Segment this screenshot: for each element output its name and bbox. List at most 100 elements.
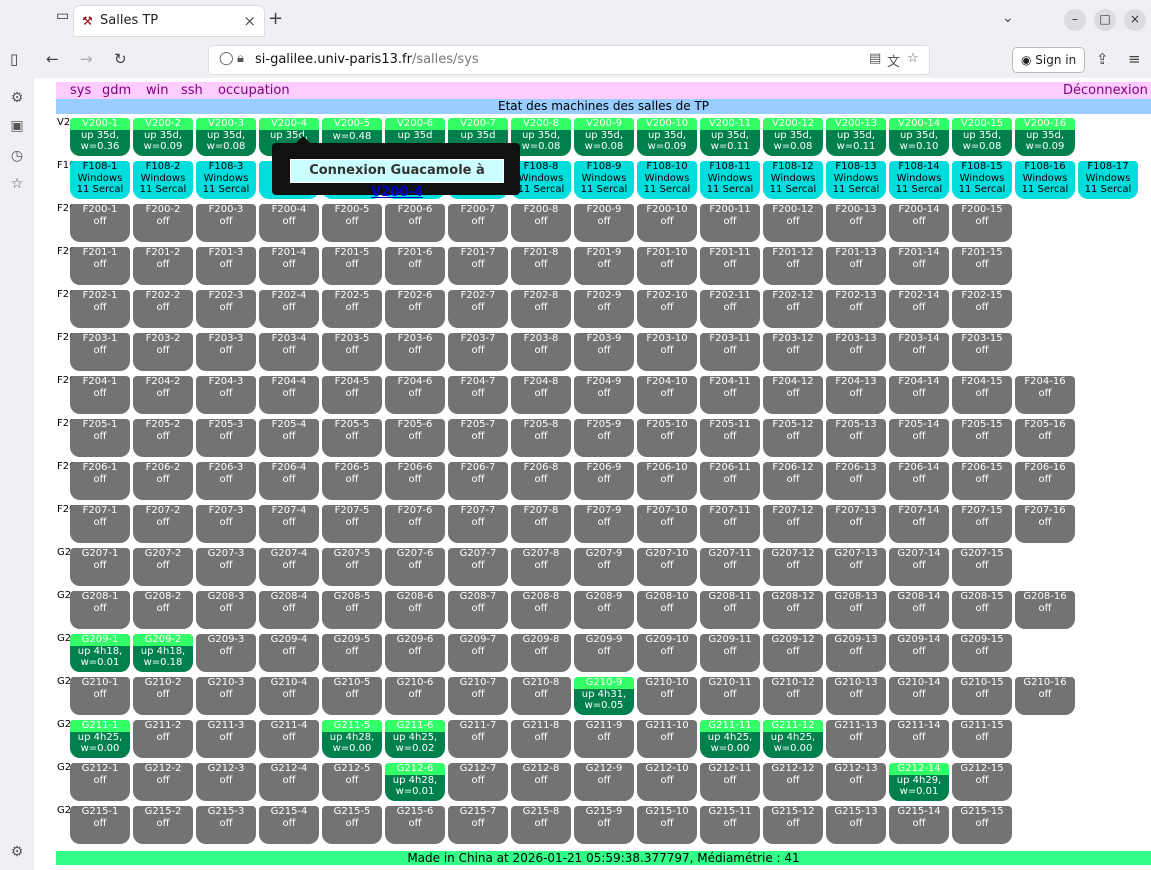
nav-link-win[interactable]: win [146, 82, 168, 99]
machine-cell[interactable]: F204-2 off [133, 376, 193, 414]
machine-cell[interactable]: F204-9 off [574, 376, 634, 414]
machine-cell[interactable]: G209-15 off [952, 634, 1012, 672]
machine-cell[interactable]: G207-12 off [763, 548, 823, 586]
machine-cell[interactable]: G209-1 up 4h18, w=0.01 [70, 634, 130, 672]
machine-cell[interactable]: G215-10 off [637, 806, 697, 844]
machine-cell[interactable]: F207-2 off [133, 505, 193, 543]
machine-cell[interactable]: G208-1 off [70, 591, 130, 629]
machine-cell[interactable]: G210-5 off [322, 677, 382, 715]
machine-cell[interactable]: V200-12 up 35d, w=0.08 [763, 118, 823, 156]
logout-link[interactable]: Déconnexion [1063, 82, 1148, 99]
machine-cell[interactable]: F200-1 off [70, 204, 130, 242]
machine-cell[interactable]: G211-2 off [133, 720, 193, 758]
machine-cell[interactable]: G209-7 off [448, 634, 508, 672]
machine-cell[interactable]: G207-13 off [826, 548, 886, 586]
machine-cell[interactable]: G207-14 off [889, 548, 949, 586]
machine-cell[interactable]: G212-14 up 4h29, w=0.01 [889, 763, 949, 801]
minimize-icon[interactable]: – [1064, 9, 1086, 31]
machine-cell[interactable]: V200-15 up 35d, w=0.08 [952, 118, 1012, 156]
machine-cell[interactable]: F204-15 off [952, 376, 1012, 414]
machine-cell[interactable]: F200-2 off [133, 204, 193, 242]
machine-cell[interactable]: G207-2 off [133, 548, 193, 586]
machine-cell[interactable]: F205-11 off [700, 419, 760, 457]
machine-cell[interactable]: F206-12 off [763, 462, 823, 500]
machine-cell[interactable]: G210-15 off [952, 677, 1012, 715]
machine-cell[interactable]: F202-8 off [511, 290, 571, 328]
machine-cell[interactable]: G210-7 off [448, 677, 508, 715]
machine-cell[interactable]: F205-14 off [889, 419, 949, 457]
machine-cell[interactable]: G215-2 off [133, 806, 193, 844]
machine-cell[interactable]: F207-8 off [511, 505, 571, 543]
machine-cell[interactable]: F207-14 off [889, 505, 949, 543]
machine-cell[interactable]: F202-4 off [259, 290, 319, 328]
menu-icon[interactable]: ≡ [1128, 50, 1141, 68]
machine-cell[interactable]: F203-8 off [511, 333, 571, 371]
back-icon[interactable]: ← [46, 50, 59, 68]
machine-cell[interactable]: F200-5 off [322, 204, 382, 242]
machine-cell[interactable]: F204-1 off [70, 376, 130, 414]
machine-cell[interactable]: G212-15 off [952, 763, 1012, 801]
machine-cell[interactable]: F206-5 off [322, 462, 382, 500]
machine-cell[interactable]: F203-1 off [70, 333, 130, 371]
machine-cell[interactable]: F207-6 off [385, 505, 445, 543]
machine-cell[interactable]: F201-5 off [322, 247, 382, 285]
machine-cell[interactable]: G209-2 up 4h18, w=0.18 [133, 634, 193, 672]
machine-cell[interactable]: F200-14 off [889, 204, 949, 242]
machine-cell[interactable]: G212-13 off [826, 763, 886, 801]
machine-cell[interactable]: G209-12 off [763, 634, 823, 672]
machine-cell[interactable]: F203-5 off [322, 333, 382, 371]
nav-link-ssh[interactable]: ssh [181, 82, 203, 99]
machine-cell[interactable]: G209-5 off [322, 634, 382, 672]
machine-cell[interactable]: F203-9 off [574, 333, 634, 371]
machine-cell[interactable]: G210-4 off [259, 677, 319, 715]
machine-cell[interactable]: F205-10 off [637, 419, 697, 457]
machine-cell[interactable]: F201-13 off [826, 247, 886, 285]
sign-in-button[interactable]: ◉ Sign in [1012, 47, 1086, 73]
bookmarks-icon[interactable]: ☆ [8, 176, 26, 192]
machine-cell[interactable]: V200-16 up 35d, w=0.09 [1015, 118, 1075, 156]
machine-cell[interactable]: G211-10 off [637, 720, 697, 758]
machine-cell[interactable]: F202-15 off [952, 290, 1012, 328]
nav-link-gdm[interactable]: gdm [102, 82, 131, 99]
machine-cell[interactable]: G212-5 off [322, 763, 382, 801]
machine-cell[interactable]: G211-3 off [196, 720, 256, 758]
new-tab-icon[interactable]: + [268, 8, 283, 29]
machine-cell[interactable]: F207-16 off [1015, 505, 1075, 543]
machine-cell[interactable]: F206-8 off [511, 462, 571, 500]
machine-cell[interactable]: F108-9 Windows 11 Sercal [574, 161, 634, 199]
machine-cell[interactable]: F201-15 off [952, 247, 1012, 285]
machine-cell[interactable]: G210-11 off [700, 677, 760, 715]
machine-cell[interactable]: G212-9 off [574, 763, 634, 801]
machine-cell[interactable]: F206-14 off [889, 462, 949, 500]
machine-cell[interactable]: F201-6 off [385, 247, 445, 285]
machine-cell[interactable]: G208-4 off [259, 591, 319, 629]
machine-cell[interactable]: G209-3 off [196, 634, 256, 672]
machine-cell[interactable]: F202-11 off [700, 290, 760, 328]
machine-cell[interactable]: V200-13 up 35d, w=0.11 [826, 118, 886, 156]
machine-cell[interactable]: F201-8 off [511, 247, 571, 285]
machine-cell[interactable]: F206-9 off [574, 462, 634, 500]
machine-cell[interactable]: F204-5 off [322, 376, 382, 414]
machine-cell[interactable]: F203-15 off [952, 333, 1012, 371]
machine-cell[interactable]: F108-8 Windows 11 Sercal [511, 161, 571, 199]
machine-cell[interactable]: G208-14 off [889, 591, 949, 629]
machine-cell[interactable]: F205-1 off [70, 419, 130, 457]
machine-cell[interactable]: F203-2 off [133, 333, 193, 371]
history-icon[interactable]: ◷ [8, 148, 26, 164]
machine-cell[interactable]: G211-13 off [826, 720, 886, 758]
machine-cell[interactable]: F202-14 off [889, 290, 949, 328]
machine-cell[interactable]: F204-7 off [448, 376, 508, 414]
machine-cell[interactable]: F204-14 off [889, 376, 949, 414]
machine-cell[interactable]: F201-14 off [889, 247, 949, 285]
machine-cell[interactable]: G211-8 off [511, 720, 571, 758]
machine-cell[interactable]: F202-3 off [196, 290, 256, 328]
machine-cell[interactable]: F108-14 Windows 11 Sercal [889, 161, 949, 199]
machine-cell[interactable]: F202-5 off [322, 290, 382, 328]
close-tab-icon[interactable]: × [243, 12, 256, 30]
machine-cell[interactable]: G210-10 off [637, 677, 697, 715]
machine-cell[interactable]: F206-15 off [952, 462, 1012, 500]
reader-view-icon[interactable]: ▤ [869, 51, 881, 66]
machine-cell[interactable]: F202-9 off [574, 290, 634, 328]
machine-cell[interactable]: F203-6 off [385, 333, 445, 371]
machine-cell[interactable]: G207-10 off [637, 548, 697, 586]
